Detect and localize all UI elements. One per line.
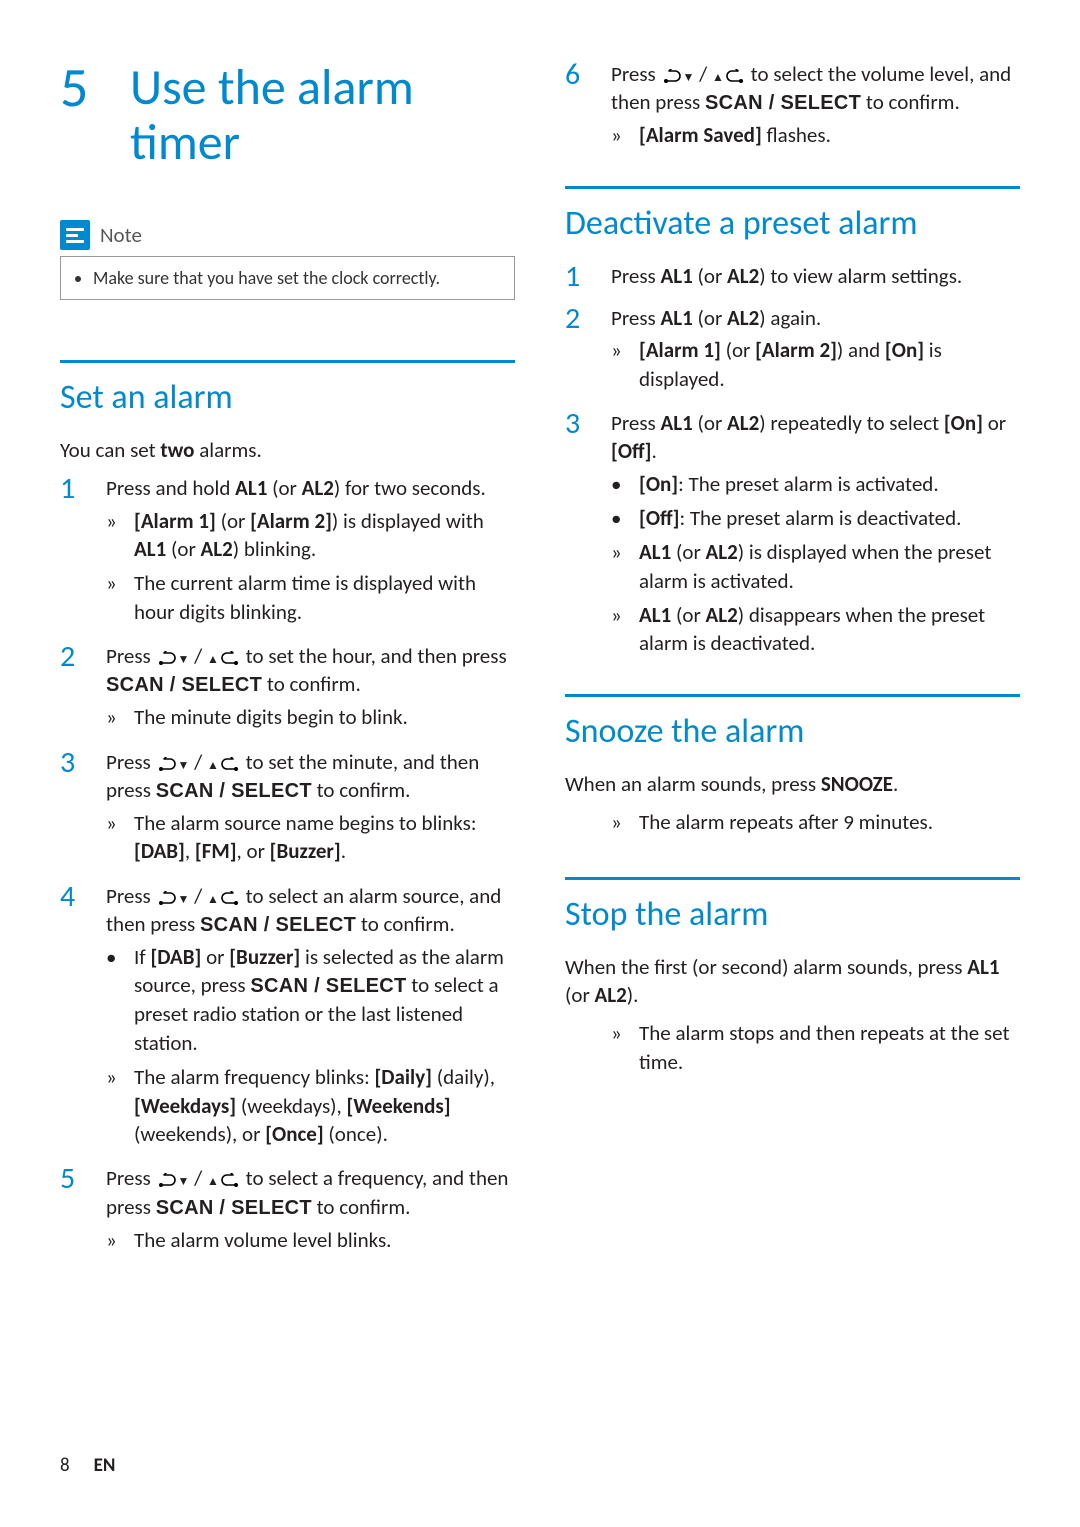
step-4: 4 Press ▼ / ▲ to select an alarm source,… (60, 882, 515, 1154)
step-1: 1 Press and hold AL1 (or AL2) for two se… (60, 474, 515, 632)
section-title: Set an alarm (60, 377, 515, 418)
scan-select-label: SCAN / SELECT (106, 674, 262, 696)
deact-step-2: 2 Press AL1 (or AL2) again. [Alarm 1] (o… (565, 304, 1020, 399)
bullet-icon (611, 470, 627, 498)
result-arrow-icon (106, 1063, 122, 1148)
preset-up-icon (724, 69, 746, 83)
intro-text: You can set two alarms. (60, 436, 515, 464)
section-stop: Stop the alarm When the first (or second… (565, 877, 1020, 1076)
preset-up-icon (219, 891, 241, 905)
preset-down-icon (156, 891, 178, 905)
section-title: Stop the alarm (565, 894, 1020, 935)
section-title: Snooze the alarm (565, 711, 1020, 752)
note-block: Note Make sure that you have set the clo… (60, 220, 515, 300)
note-label: Note (100, 222, 142, 248)
deact-step-3: 3 Press AL1 (or AL2) repeatedly to selec… (565, 409, 1020, 664)
result-arrow-icon (106, 569, 122, 626)
note-icon (60, 220, 90, 250)
result-arrow-icon (106, 809, 122, 866)
language-code: EN (94, 1454, 116, 1477)
preset-down-icon (156, 651, 178, 665)
chapter-title: Use the alarm timer (130, 60, 515, 170)
section-rule (60, 360, 515, 363)
section-rule (565, 186, 1020, 189)
result-arrow-icon (106, 507, 122, 564)
note-box: Make sure that you have set the clock co… (60, 256, 515, 300)
page-number: 8 (60, 1454, 70, 1477)
page-footer: 8 EN (60, 1454, 115, 1477)
section-rule (565, 877, 1020, 880)
scan-select-label: SCAN / SELECT (250, 975, 406, 997)
section-title: Deactivate a preset alarm (565, 203, 1020, 244)
chapter-number: 5 (60, 60, 100, 116)
preset-up-icon (219, 757, 241, 771)
snooze-text: When an alarm sounds, press SNOOZE. (565, 770, 1020, 798)
section-deactivate: Deactivate a preset alarm 1 Press AL1 (o… (565, 186, 1020, 664)
preset-down-icon (156, 1173, 178, 1187)
result-arrow-icon (611, 538, 627, 595)
step-3: 3 Press ▼ / ▲ to set the minute, and the… (60, 748, 515, 872)
preset-up-icon (219, 651, 241, 665)
section-snooze: Snooze the alarm When an alarm sounds, p… (565, 694, 1020, 837)
set-alarm-continued: 6 Press ▼ / ▲ to select the volume level… (565, 60, 1020, 156)
stop-text: When the first (or second) alarm sounds,… (565, 953, 1020, 1010)
step-6: 6 Press ▼ / ▲ to select the volume level… (565, 60, 1020, 156)
scan-select-label: SCAN / SELECT (200, 914, 356, 936)
section-set-alarm: Set an alarm You can set two alarms. 1 P… (60, 360, 515, 1260)
result-arrow-icon (611, 1019, 627, 1076)
result-arrow-icon (611, 121, 627, 149)
section-rule (565, 694, 1020, 697)
scan-select-label: SCAN / SELECT (705, 92, 861, 114)
scan-select-label: SCAN / SELECT (156, 1197, 312, 1219)
result-arrow-icon (106, 703, 122, 731)
preset-down-icon (661, 69, 683, 83)
chapter-heading: 5 Use the alarm timer (60, 60, 515, 170)
bullet-icon (106, 943, 122, 1057)
result-arrow-icon (611, 601, 627, 658)
note-bullet: Make sure that you have set the clock co… (93, 267, 500, 289)
step-5: 5 Press ▼ / ▲ to select a frequency, and… (60, 1164, 515, 1260)
scan-select-label: SCAN / SELECT (156, 780, 312, 802)
preset-down-icon (156, 757, 178, 771)
result-arrow-icon (611, 336, 627, 393)
preset-up-icon (219, 1173, 241, 1187)
result-arrow-icon (611, 808, 627, 836)
step-2: 2 Press ▼ / ▲ to set the hour, and then … (60, 642, 515, 738)
deact-step-1: 1 Press AL1 (or AL2) to view alarm setti… (565, 262, 1020, 294)
result-arrow-icon (106, 1226, 122, 1254)
bullet-icon (611, 504, 627, 532)
